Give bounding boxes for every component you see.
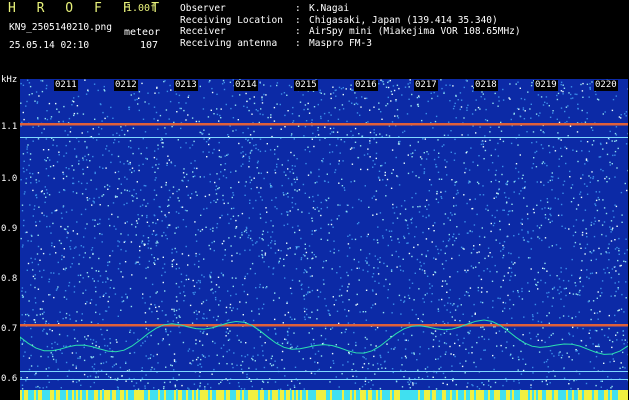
- y-tick: 0.6: [1, 374, 18, 384]
- y-tick: 0.8: [1, 274, 18, 284]
- spur-line: [20, 137, 628, 138]
- x-tick: 0220: [594, 80, 618, 91]
- info-sep: :: [295, 14, 301, 26]
- info-value: K.Nagai: [309, 3, 350, 14]
- spectrogram[interactable]: [20, 79, 628, 400]
- y-axis-unit: kHz: [1, 75, 18, 85]
- x-tick: 0214: [234, 80, 258, 91]
- y-tick: 0.9: [1, 224, 18, 234]
- carrier-line-upper: [20, 123, 628, 126]
- x-tick: 0216: [354, 80, 378, 91]
- info-key: Receiver: [180, 26, 226, 37]
- meteor-count: 107: [140, 40, 159, 51]
- y-tick: 1.0: [1, 174, 18, 184]
- x-tick: 0213: [174, 80, 198, 91]
- app-version: 1.00f: [126, 3, 157, 14]
- carrier-line-lower: [20, 324, 628, 327]
- info-observer: Observer : K.Nagai: [180, 3, 521, 15]
- spectrogram-canvas: [20, 79, 628, 400]
- info-antenna: Receiving antenna : Maspro FM-3: [180, 38, 521, 50]
- info-location: Receiving Location : Chigasaki, Japan (1…: [180, 15, 521, 27]
- info-value: AirSpy mini (Miakejima VOR 108.65MHz): [309, 26, 521, 37]
- info-key: Receiving Location: [180, 14, 283, 26]
- info-value: Maspro FM-3: [309, 37, 372, 49]
- y-tick: 1.1: [1, 122, 18, 132]
- bottom-strip: [20, 390, 628, 400]
- x-tick: 0215: [294, 80, 318, 91]
- y-tick: 0.7: [1, 324, 18, 334]
- x-tick: 0211: [54, 80, 78, 91]
- info-value: Chigasaki, Japan (139.414 35.340): [309, 14, 498, 26]
- x-tick: 0217: [414, 80, 438, 91]
- info-sep: :: [295, 3, 301, 14]
- file-name: KN9_2505140210.png: [9, 22, 112, 33]
- x-tick: 0212: [114, 80, 138, 91]
- date-time: 25.05.14 02:10: [9, 40, 90, 51]
- x-tick: 0218: [474, 80, 498, 91]
- spur-line: [20, 371, 628, 372]
- info-sep: :: [295, 26, 301, 37]
- info-key: Receiving antenna: [180, 37, 278, 49]
- station-info: Observer : K.Nagai Receiving Location : …: [180, 3, 521, 49]
- info-receiver: Receiver : AirSpy mini (Miakejima VOR 10…: [180, 26, 521, 38]
- x-tick: 0219: [534, 80, 558, 91]
- mode-label: meteor: [124, 27, 161, 38]
- spur-line: [20, 379, 628, 380]
- header-left: H R O F F T 1.00f KN9_2505140210.png met…: [0, 0, 170, 78]
- info-sep: :: [295, 37, 301, 49]
- info-key: Observer: [180, 3, 226, 14]
